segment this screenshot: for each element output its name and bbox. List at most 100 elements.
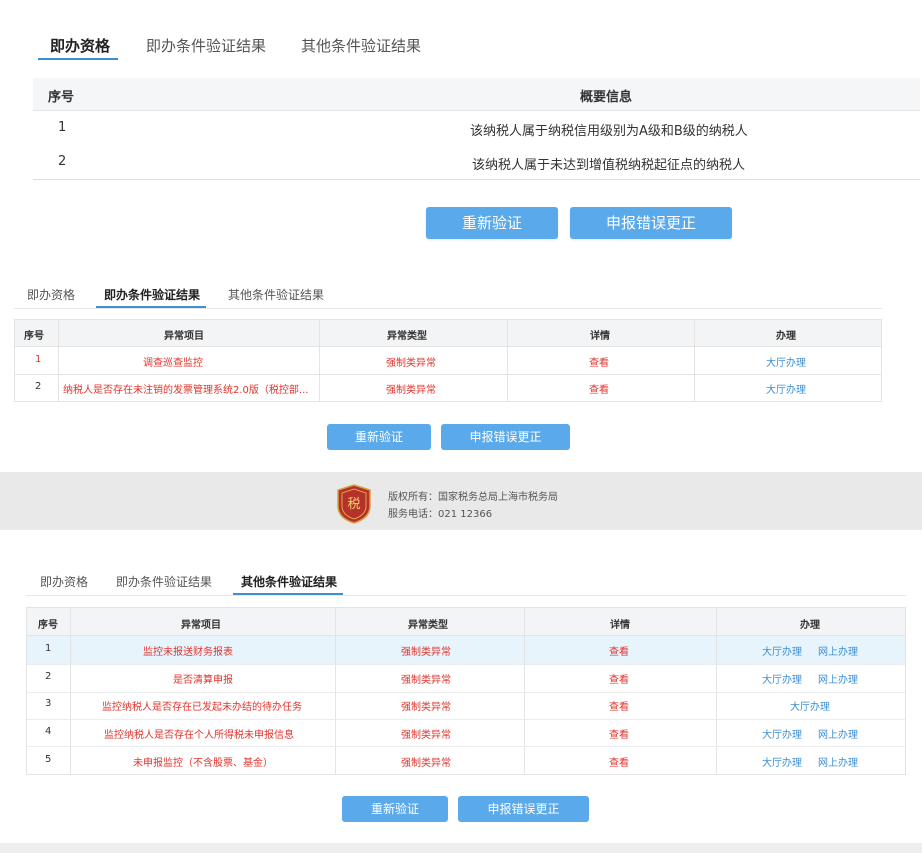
table-row: 1 该纳税人属于纳税信用级别为A级和B级的纳税人 <box>33 111 920 145</box>
tab-instant-condition-result[interactable]: 即办条件验证结果 <box>116 573 212 590</box>
col-header-type: 异常类型 <box>387 331 427 342</box>
online-handle-link[interactable]: 网上办理 <box>818 671 858 686</box>
col-header-no: 序号 <box>38 620 58 631</box>
view-detail-link[interactable]: 查看 <box>609 754 629 769</box>
col-header-no: 序号 <box>24 331 44 342</box>
col-divider <box>58 320 59 401</box>
row-item: 纳税人是否存在未注销的发票管理系统2.0版（税控部... <box>63 385 309 396</box>
hall-handle-link[interactable]: 大厅办理 <box>762 643 802 658</box>
col-divider <box>694 320 695 401</box>
active-tab-underline <box>38 58 118 60</box>
col-header-item: 异常项目 <box>181 620 221 631</box>
other-abnormal-items-table: 序号 异常项目 异常类型 详情 办理 1 监控未报送财务报表 强制类异常 查看 … <box>26 607 906 775</box>
col-header-no: 序号 <box>48 90 75 105</box>
col-header-handle: 办理 <box>776 331 796 342</box>
hall-handle-link[interactable]: 大厅办理 <box>762 726 802 741</box>
table-row: 2 该纳税人属于未达到增值税纳税起征点的纳税人 <box>33 145 920 179</box>
table-header <box>27 608 905 636</box>
col-divider <box>507 320 508 401</box>
correct-declaration-button[interactable]: 申报错误更正 <box>570 207 732 239</box>
row-no: 4 <box>45 726 52 737</box>
row-type: 强制类异常 <box>386 358 436 369</box>
reverify-button[interactable]: 重新验证 <box>426 207 558 239</box>
active-tab-underline <box>96 306 206 308</box>
online-handle-link[interactable]: 网上办理 <box>818 754 858 769</box>
col-divider <box>319 320 320 401</box>
row-item: 监控纳税人是否存在已发起未办结的待办任务 <box>102 702 302 713</box>
row-type: 强制类异常 <box>401 758 451 769</box>
bottom-divider-band <box>0 843 922 853</box>
row-no: 5 <box>45 754 52 765</box>
col-divider <box>70 608 71 774</box>
tabs-divider <box>26 595 906 596</box>
table-header: 序号 概要信息 <box>33 78 920 111</box>
row-no: 1 <box>58 120 67 135</box>
col-divider <box>524 608 525 774</box>
row-divider <box>27 664 905 665</box>
row-item: 监控未报送财务报表 <box>143 647 233 658</box>
row-item: 调查巡查监控 <box>143 358 203 369</box>
col-header-detail: 详情 <box>590 331 610 342</box>
active-tab-underline <box>233 593 343 595</box>
reverify-button[interactable]: 重新验证 <box>327 424 431 450</box>
row-item: 监控纳税人是否存在个人所得税未申报信息 <box>104 730 294 741</box>
row-item: 未申报监控（不含股票、基金） <box>133 758 273 769</box>
row-divider <box>27 746 905 747</box>
tab-other-condition-result[interactable]: 其他条件验证结果 <box>228 286 324 303</box>
row-no: 2 <box>35 381 42 392</box>
site-footer: 税 版权所有：国家税务总局上海市税务局 服务电话：021 12366 <box>0 472 922 530</box>
hall-handle-link[interactable]: 大厅办理 <box>766 354 806 369</box>
row-type: 强制类异常 <box>401 702 451 713</box>
reverify-button[interactable]: 重新验证 <box>342 796 448 822</box>
tab-other-condition-result[interactable]: 其他条件验证结果 <box>241 573 337 590</box>
tabs-divider <box>14 308 882 309</box>
table-header <box>15 320 881 347</box>
row-summary: 该纳税人属于未达到增值税纳税起征点的纳税人 <box>472 158 746 173</box>
tab-other-condition-result[interactable]: 其他条件验证结果 <box>301 35 421 56</box>
view-detail-link[interactable]: 查看 <box>609 643 629 658</box>
online-handle-link[interactable]: 网上办理 <box>818 643 858 658</box>
row-no: 3 <box>45 698 52 709</box>
tab-instant-condition-result[interactable]: 即办条件验证结果 <box>146 35 266 56</box>
view-detail-link[interactable]: 查看 <box>609 671 629 686</box>
col-header-type: 异常类型 <box>408 620 448 631</box>
view-detail-link[interactable]: 查看 <box>589 381 609 396</box>
col-header-handle: 办理 <box>800 620 820 631</box>
tab-instant-eligibility[interactable]: 即办资格 <box>50 35 110 56</box>
tab-instant-eligibility[interactable]: 即办资格 <box>40 573 88 590</box>
online-handle-link[interactable]: 网上办理 <box>818 726 858 741</box>
row-no: 2 <box>58 154 67 169</box>
hall-handle-link[interactable]: 大厅办理 <box>790 698 830 713</box>
view-detail-link[interactable]: 查看 <box>609 698 629 713</box>
col-header-item: 异常项目 <box>164 331 204 342</box>
table-bottom-border <box>33 179 920 180</box>
col-header-detail: 详情 <box>610 620 630 631</box>
tab-instant-eligibility[interactable]: 即办资格 <box>27 286 75 303</box>
row-no: 1 <box>35 354 42 365</box>
abnormal-items-table: 序号 异常项目 异常类型 详情 办理 1 调查巡查监控 强制类异常 查看 大厅办… <box>14 319 882 402</box>
row-summary: 该纳税人属于纳税信用级别为A级和B级的纳税人 <box>470 124 748 139</box>
tax-bureau-logo: 税 <box>337 484 371 524</box>
tab-instant-condition-result[interactable]: 即办条件验证结果 <box>104 286 200 303</box>
row-no: 1 <box>45 643 52 654</box>
row-divider <box>27 719 905 720</box>
footer-copyright: 版权所有：国家税务总局上海市税务局 <box>388 492 558 503</box>
hall-handle-link[interactable]: 大厅办理 <box>762 671 802 686</box>
row-type: 强制类异常 <box>386 385 436 396</box>
row-divider <box>27 692 905 693</box>
row-no: 2 <box>45 671 52 682</box>
col-divider <box>716 608 717 774</box>
row-item: 是否清算申报 <box>173 675 233 686</box>
correct-declaration-button[interactable]: 申报错误更正 <box>441 424 570 450</box>
hall-handle-link[interactable]: 大厅办理 <box>766 381 806 396</box>
row-divider <box>15 374 881 375</box>
footer-phone: 服务电话：021 12366 <box>388 509 493 520</box>
col-header-summary: 概要信息 <box>580 90 633 105</box>
view-detail-link[interactable]: 查看 <box>609 726 629 741</box>
correct-declaration-button[interactable]: 申报错误更正 <box>458 796 589 822</box>
row-type: 强制类异常 <box>401 675 451 686</box>
view-detail-link[interactable]: 查看 <box>589 354 609 369</box>
hall-handle-link[interactable]: 大厅办理 <box>762 754 802 769</box>
row-type: 强制类异常 <box>401 647 451 658</box>
row-type: 强制类异常 <box>401 730 451 741</box>
